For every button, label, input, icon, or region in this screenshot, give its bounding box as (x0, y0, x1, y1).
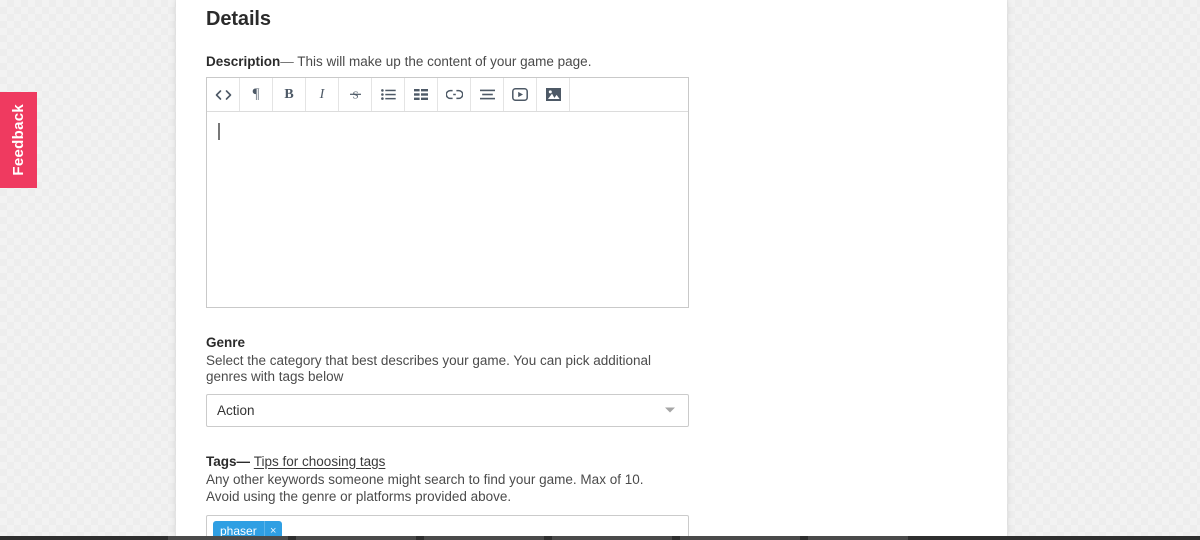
genre-select[interactable]: Action (206, 393, 689, 427)
genre-selected-value: Action (217, 402, 255, 418)
description-editor[interactable]: ¶ B I S (206, 77, 689, 308)
taskbar-item[interactable] (424, 536, 544, 540)
image-icon[interactable] (537, 78, 570, 111)
taskbar-item[interactable] (168, 536, 288, 540)
link-icon[interactable] (438, 78, 471, 111)
tags-input[interactable]: phaser × (206, 515, 689, 536)
genre-helper: Select the category that best describes … (206, 353, 652, 384)
svg-text:S: S (352, 90, 358, 102)
tags-dash: — (236, 453, 251, 469)
editor-toolbar: ¶ B I S (207, 78, 688, 112)
page-title: Details (206, 8, 271, 30)
taskbar (0, 536, 1200, 540)
feedback-tab-label: Feedback (10, 104, 27, 176)
description-dash: — (280, 54, 294, 69)
taskbar-item[interactable] (680, 536, 800, 540)
italic-icon[interactable]: I (306, 78, 339, 111)
paragraph-icon[interactable]: ¶ (240, 78, 273, 111)
tags-label: Tags (206, 453, 237, 469)
chevron-down-icon (665, 407, 675, 413)
tags-helper-1: Any other keywords someone might search … (206, 471, 644, 487)
tag-chip[interactable]: phaser × (213, 521, 282, 536)
align-icon[interactable] (471, 78, 504, 111)
content-panel: Details Description— This will make up t… (176, 0, 1007, 536)
description-helper: This will make up the content of your ga… (297, 54, 592, 69)
tags-helper-2: Avoid using the genre or platforms provi… (206, 489, 512, 505)
tips-for-choosing-tags-link[interactable]: Tips for choosing tags (254, 454, 386, 469)
tags-label-row: Tags— Tips for choosing tags (206, 454, 977, 469)
code-icon[interactable] (207, 78, 240, 111)
description-label-row: Description— This will make up the conte… (206, 54, 977, 69)
taskbar-item[interactable] (296, 536, 416, 540)
close-icon[interactable]: × (263, 521, 282, 536)
bullet-list-icon[interactable] (372, 78, 405, 111)
description-textarea[interactable] (207, 112, 688, 307)
tag-chip-label: phaser (220, 524, 257, 536)
video-icon[interactable] (504, 78, 537, 111)
description-label: Description (206, 54, 281, 69)
genre-label: Genre (206, 335, 246, 350)
strikethrough-icon[interactable]: S (339, 78, 372, 111)
bold-icon[interactable]: B (273, 78, 306, 111)
feedback-tab[interactable]: Feedback (0, 92, 37, 188)
taskbar-item[interactable] (552, 536, 672, 540)
text-caret (218, 123, 220, 140)
taskbar-item[interactable] (808, 536, 908, 540)
table-icon[interactable] (405, 78, 438, 111)
